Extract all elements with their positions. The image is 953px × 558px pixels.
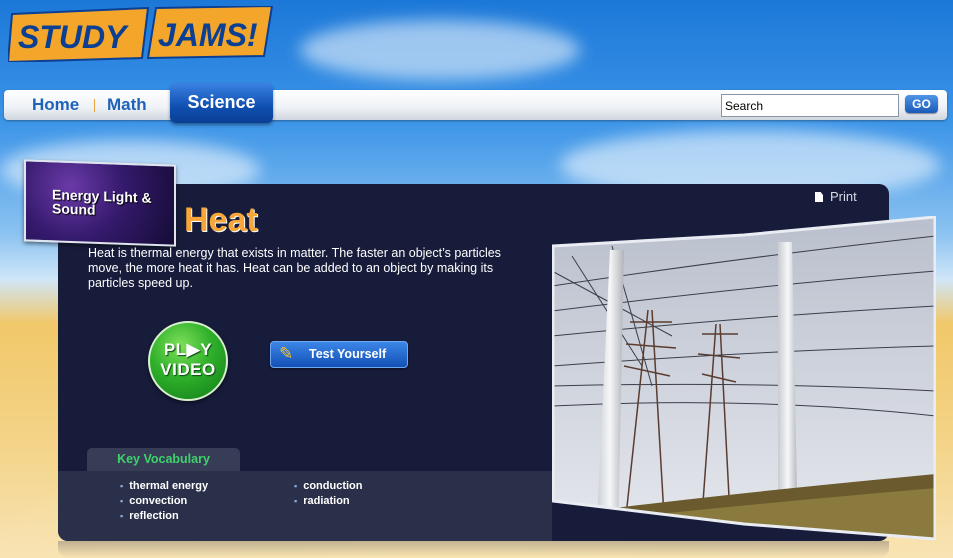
vocab-item[interactable]: conduction [294, 480, 362, 492]
topic-description: Heat is thermal energy that exists in ma… [88, 246, 501, 290]
logo-jams-text: JAMS! [158, 17, 258, 53]
page-title: Heat [184, 201, 258, 239]
logo-study-text: STUDY [18, 19, 129, 55]
nav-science-tab[interactable]: Science [170, 83, 273, 123]
study-jams-logo[interactable]: STUDY JAMS! [8, 6, 276, 62]
topic-badge[interactable]: Energy Light & Sound [24, 159, 176, 247]
test-yourself-button[interactable]: ✎ Test Yourself [270, 341, 408, 368]
power-lines-photo [552, 216, 936, 540]
play-video-line2: VIDEO [160, 360, 216, 379]
panel-reflection [58, 541, 889, 558]
pencil-icon: ✎ [279, 344, 294, 363]
cloud [300, 20, 580, 80]
vocab-item[interactable]: convection [120, 495, 187, 507]
nav-home-link[interactable]: Home [32, 90, 79, 120]
print-button[interactable]: Print [815, 189, 857, 204]
print-label: Print [830, 189, 857, 204]
play-video-button[interactable]: PL▶Y VIDEO [148, 321, 228, 401]
nav-bar: Home Math Science GO [4, 83, 947, 123]
topic-label: Energy Light & Sound [52, 186, 152, 218]
nav-math-link[interactable]: Math [107, 90, 147, 120]
test-yourself-label: Test Yourself [309, 347, 387, 361]
page-icon [815, 192, 823, 202]
vocab-item[interactable]: radiation [294, 495, 349, 507]
power-lines-illustration [552, 216, 936, 540]
play-video-line1: PL▶Y [163, 340, 213, 359]
search-input[interactable] [721, 94, 899, 117]
vocab-item[interactable]: thermal energy [120, 480, 208, 492]
search-go-button[interactable]: GO [905, 95, 938, 113]
vocab-item[interactable]: reflection [120, 510, 179, 522]
nav-separator [94, 99, 95, 112]
key-vocabulary-tab: Key Vocabulary [87, 448, 240, 471]
